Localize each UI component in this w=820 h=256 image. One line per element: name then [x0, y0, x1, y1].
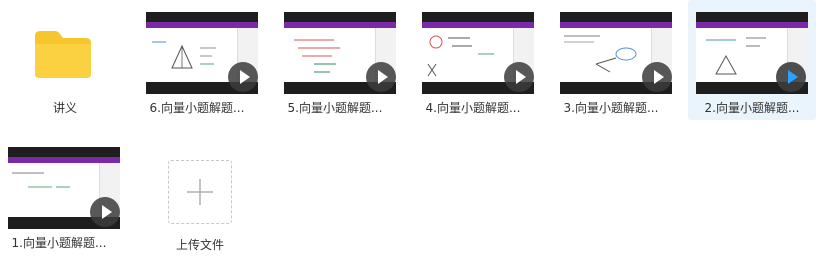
plus-icon	[187, 179, 213, 205]
play-icon[interactable]	[366, 62, 396, 92]
video-name: 1.向量小题解题...	[11, 236, 107, 250]
video-name: 2.向量小题解题...	[704, 101, 800, 115]
play-icon[interactable]	[776, 62, 806, 92]
whiteboard-sketch	[706, 37, 766, 75]
upload-button[interactable]	[168, 160, 232, 224]
whiteboard-sketch	[564, 35, 637, 73]
video-tile-3[interactable]: 3.向量小题解题...	[546, 0, 676, 120]
video-tile-6[interactable]: 6.向量小题解题...	[132, 0, 262, 120]
video-name: 4.向量小题解题...	[425, 101, 521, 115]
play-icon[interactable]	[504, 62, 534, 92]
play-icon[interactable]	[228, 62, 258, 92]
play-icon[interactable]	[90, 197, 120, 227]
whiteboard-sketch	[294, 39, 340, 73]
folder-tile-handouts[interactable]: 讲义	[0, 0, 130, 120]
video-tile-1[interactable]: 1.向量小题解题...	[0, 135, 124, 255]
video-name: 5.向量小题解题...	[287, 101, 383, 115]
play-icon[interactable]	[642, 62, 672, 92]
video-tile-4[interactable]: 4.向量小题解题...	[408, 0, 538, 120]
video-name: 3.向量小题解题...	[563, 101, 659, 115]
upload-label: 上传文件	[175, 238, 224, 252]
whiteboard-sketch	[427, 35, 494, 77]
folder-name: 讲义	[52, 101, 77, 115]
video-tile-2[interactable]: 2.向量小题解题...	[688, 0, 816, 120]
video-name: 6.向量小题解题...	[149, 101, 245, 115]
whiteboard-sketch	[152, 41, 216, 69]
video-tile-5[interactable]: 5.向量小题解题...	[270, 0, 400, 120]
whiteboard-sketch	[12, 172, 70, 188]
folder-icon	[35, 31, 91, 78]
